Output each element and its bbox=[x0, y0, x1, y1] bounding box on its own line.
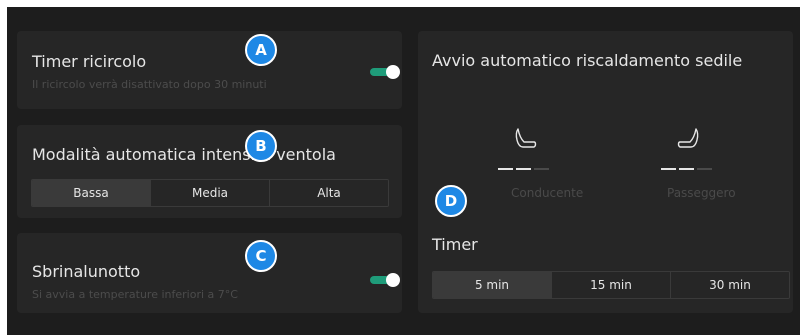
fan-option-media[interactable]: Media bbox=[150, 180, 269, 206]
recirculation-timer-subtitle: Il ricircolo verrà disattivato dopo 30 m… bbox=[32, 78, 267, 91]
annotation-badge-b: B bbox=[245, 130, 277, 162]
annotation-badge-c: C bbox=[245, 240, 277, 272]
timer-option-15-min[interactable]: 15 min bbox=[551, 272, 670, 298]
seat-heating-card: Avvio automatico riscaldamento sedile Co… bbox=[418, 31, 793, 313]
rear-defrost-subtitle: Si avvia a temperature inferiori a 7°C bbox=[32, 288, 238, 301]
fan-intensity-selector: Bassa Media Alta bbox=[31, 179, 389, 207]
fan-intensity-title: Modalità automatica intensità ventola bbox=[32, 145, 336, 164]
annotation-badge-d: D bbox=[435, 185, 467, 217]
passenger-seat-label: Passeggero bbox=[667, 186, 736, 200]
seat-timer-title: Timer bbox=[432, 235, 478, 254]
rear-defrost-card: Sbrinalunotto Si avvia a temperature inf… bbox=[17, 233, 402, 313]
driver-seat-icon[interactable] bbox=[513, 126, 539, 152]
passenger-level-2 bbox=[679, 168, 694, 170]
toggle-knob bbox=[386, 65, 400, 79]
driver-level-3 bbox=[534, 168, 549, 170]
passenger-level-3 bbox=[697, 168, 712, 170]
seat-timer-selector: 5 min 15 min 30 min bbox=[432, 271, 790, 299]
fan-option-alta[interactable]: Alta bbox=[269, 180, 388, 206]
passenger-seat-icon[interactable] bbox=[675, 126, 701, 152]
timer-option-30-min[interactable]: 30 min bbox=[670, 272, 789, 298]
toggle-knob bbox=[386, 273, 400, 287]
timer-option-5-min[interactable]: 5 min bbox=[433, 272, 551, 298]
recirculation-timer-title: Timer ricircolo bbox=[32, 52, 147, 71]
annotation-badge-a: A bbox=[245, 34, 277, 66]
rear-defrost-title: Sbrinalunotto bbox=[32, 262, 141, 281]
driver-seat-label: Conducente bbox=[511, 186, 584, 200]
recirculation-timer-card: Timer ricircolo Il ricircolo verrà disat… bbox=[17, 31, 402, 109]
seat-heating-title: Avvio automatico riscaldamento sedile bbox=[432, 51, 743, 70]
recirculation-timer-toggle[interactable] bbox=[370, 65, 400, 79]
fan-option-bassa[interactable]: Bassa bbox=[32, 180, 150, 206]
rear-defrost-toggle[interactable] bbox=[370, 273, 400, 287]
driver-level-1 bbox=[498, 168, 513, 170]
fan-intensity-card: Modalità automatica intensità ventola Ba… bbox=[17, 125, 402, 218]
climate-settings-screen: Timer ricircolo Il ricircolo verrà disat… bbox=[7, 7, 800, 335]
driver-level-2 bbox=[516, 168, 531, 170]
passenger-level-1 bbox=[661, 168, 676, 170]
